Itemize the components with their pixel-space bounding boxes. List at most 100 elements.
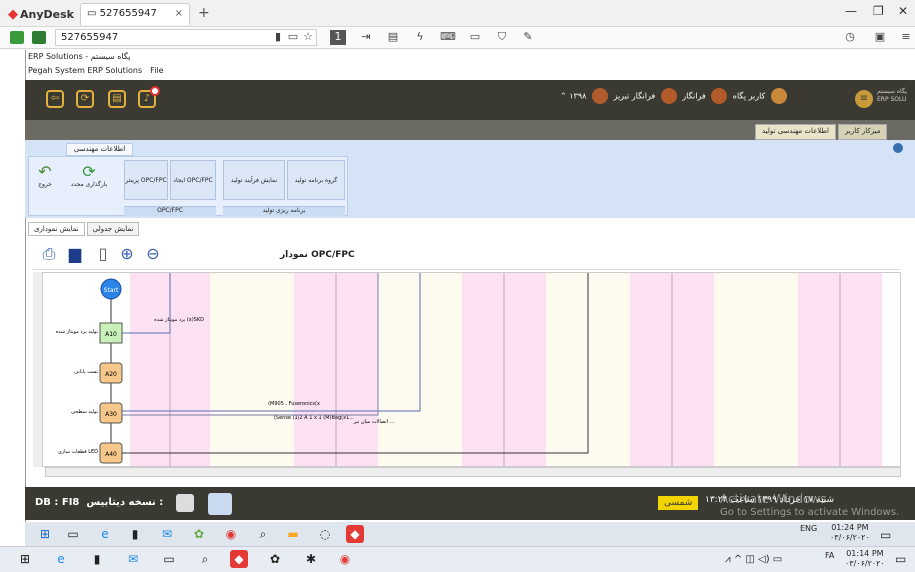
transfer-icon[interactable]: ⇥ (358, 30, 374, 45)
db-status-icon[interactable] (176, 494, 194, 512)
refresh-icon[interactable]: ⟳ (76, 90, 94, 108)
view-subtabs: نمایش نموداری نمایش جدولی (28, 222, 141, 236)
print-icon[interactable]: ⎙ (38, 244, 60, 266)
chrome-icon[interactable]: ◉ (222, 525, 240, 543)
new-tab-button[interactable]: + (198, 5, 210, 21)
close-tab-icon[interactable]: × (175, 8, 183, 19)
session-tab[interactable]: ▭ 527655947 × (80, 3, 190, 25)
group-plan-button[interactable]: گروه برنامه تولید (287, 160, 345, 200)
reload-icon: ⟳ (82, 162, 96, 181)
chat-icon[interactable]: ▤ (385, 30, 401, 45)
ribbon-help-icon[interactable] (893, 143, 903, 153)
anydesk-local-icon[interactable]: ◆ (230, 550, 248, 568)
tab-engineering[interactable]: اطلاعات مهندسی تولید (755, 124, 836, 140)
print-opc-button[interactable]: پرینتر OPC/FPC (124, 160, 168, 200)
edge-icon[interactable]: e (96, 525, 114, 543)
windows-start-icon[interactable]: ⊞ (36, 525, 54, 543)
exit-button[interactable]: ↶ خروج (31, 160, 59, 200)
exit-icon[interactable]: ⇦ (46, 90, 64, 108)
show-process-button[interactable]: نمایش فرآیند تولید (223, 160, 285, 200)
horizontal-scrollbar[interactable] (45, 467, 901, 477)
header-user-area: ⌃ ۱۳۹۸ کاربر پگاه فرانگار فرانگار تبریز (560, 88, 790, 104)
vertical-scrollbar[interactable] (33, 272, 43, 467)
store-icon-local[interactable]: ▮ (88, 550, 106, 568)
hamburger-icon[interactable]: ≡ (898, 30, 914, 45)
folder-icon[interactable]: ▬ (284, 525, 302, 543)
minimize-button[interactable]: — (845, 4, 857, 18)
node-a40-desc: قطعات سازی LED (58, 449, 98, 455)
monitor-one-icon[interactable]: 1 (330, 30, 346, 45)
local-clock: 01:14 PM ۰۳/۰۶/۲۰۲۰ (845, 549, 885, 569)
zoom-out-icon[interactable]: ⊖ (142, 244, 164, 266)
local-lang[interactable]: FA (825, 551, 834, 561)
menu-item-file[interactable]: File (150, 66, 163, 75)
branch-avatar[interactable] (660, 88, 677, 104)
mail-icon[interactable]: ✉ (158, 525, 176, 543)
opc-diagram-canvas[interactable]: Start A10 A20 A30 A40 تولید برد مونتاژ ش… (33, 272, 901, 467)
user-avatar[interactable] (591, 88, 608, 104)
org-avatar[interactable] (711, 88, 728, 104)
keyboard-icon[interactable]: ⌨ (440, 30, 456, 45)
save-disk-icon[interactable]: ▆ (64, 244, 86, 266)
menu-item-pegah[interactable]: Pegah System ERP Solutions (28, 66, 142, 75)
column-cream-3 (378, 273, 420, 466)
display-settings-icon[interactable]: ▭ (467, 30, 483, 45)
search-app-icon-local[interactable]: ⌕ (196, 550, 214, 568)
node-a30-desc: تولید سطحی (71, 409, 99, 415)
home-icon[interactable] (770, 88, 787, 104)
save-icon[interactable]: ▮ (270, 30, 286, 45)
ribbon-group-opc: OPC/FPC (124, 206, 216, 216)
app-icon-2[interactable]: ◌ (316, 525, 334, 543)
zoom-in-icon[interactable]: ⊕ (116, 244, 138, 266)
ribbon-tab[interactable]: اطلاعات مهندسی تولید (66, 143, 133, 164)
connection-status-icon[interactable] (10, 31, 24, 44)
reload-button[interactable]: ⟳ بارگذاری مجدد (60, 160, 118, 200)
remote-time: 01:24 PM (831, 523, 869, 532)
actions-icon[interactable]: ϟ (412, 30, 428, 45)
reload-label: بارگذاری مجدد (70, 181, 108, 188)
star-icon[interactable]: ☆ (300, 30, 316, 45)
app-icon-1[interactable]: ✿ (190, 525, 208, 543)
search-app-icon[interactable]: ⌕ (254, 525, 272, 543)
app-icon-local-2[interactable]: ✿ (266, 550, 284, 568)
year-stepper-icon[interactable]: ⌃ (560, 92, 567, 101)
activate-sub: Go to Settings to activate Windows. (720, 507, 900, 518)
local-notification-icon[interactable]: ▭ (895, 552, 906, 566)
tab-desktop[interactable]: میزکار کاربر (838, 124, 888, 140)
calendar-type-badge[interactable]: شمسی (658, 496, 699, 510)
app-icon-local-1[interactable]: ▭ (160, 550, 178, 568)
node-a10-label: A10 (105, 331, 117, 338)
tab-diagram-view[interactable]: نمایش نموداری (28, 222, 85, 236)
task-view-icon[interactable]: ▭ (64, 525, 82, 543)
app-icon-local-3[interactable]: ✱ (302, 550, 320, 568)
chrome-icon-local[interactable]: ◉ (336, 550, 354, 568)
notification-icon[interactable]: ▭ (880, 528, 891, 542)
org-name: فرانگار (682, 91, 706, 101)
pen-icon[interactable]: ✎ (520, 30, 536, 45)
column-cream-5 (546, 273, 588, 466)
maximize-button[interactable]: ❐ (873, 4, 884, 18)
tray-icons[interactable]: ⩘ ^ ◫ ◁) ▭ (725, 554, 782, 565)
save-icon[interactable]: ▤ (108, 90, 126, 108)
create-opc-button[interactable]: ایجاد OPC/FPC (170, 160, 216, 200)
column-cream-1 (210, 273, 252, 466)
anydesk-taskbar-icon[interactable]: ◆ (346, 525, 364, 543)
page-icon[interactable]: ▯ (92, 244, 114, 266)
history-icon[interactable]: ◷ (842, 30, 858, 45)
tab-table-view[interactable]: نمایش جدولی (86, 222, 140, 236)
edge-a30c-label: اتصالات میان تیر ... (353, 419, 395, 425)
column-cream-8 (756, 273, 798, 466)
erp-menu-icon[interactable]: ≡ (855, 90, 873, 108)
node-a10-desc: تولید برد مونتاژ شده (56, 329, 99, 335)
mail-icon-local[interactable]: ✉ (124, 550, 142, 568)
remote-date: ۰۳/۰۶/۲۰۲۰ (830, 533, 870, 542)
menu-icon[interactable]: ▣ (872, 30, 888, 45)
remote-lang[interactable]: ENG (800, 524, 817, 534)
close-window-button[interactable]: ✕ (898, 4, 908, 18)
shield-icon[interactable]: ⛉ (494, 30, 510, 45)
store-icon[interactable]: ▮ (126, 525, 144, 543)
display-icon[interactable]: ▭ (285, 30, 301, 45)
users-icon[interactable] (208, 493, 232, 515)
edge-icon-local[interactable]: e (52, 550, 70, 568)
windows-start-icon-local[interactable]: ⊞ (16, 550, 34, 568)
